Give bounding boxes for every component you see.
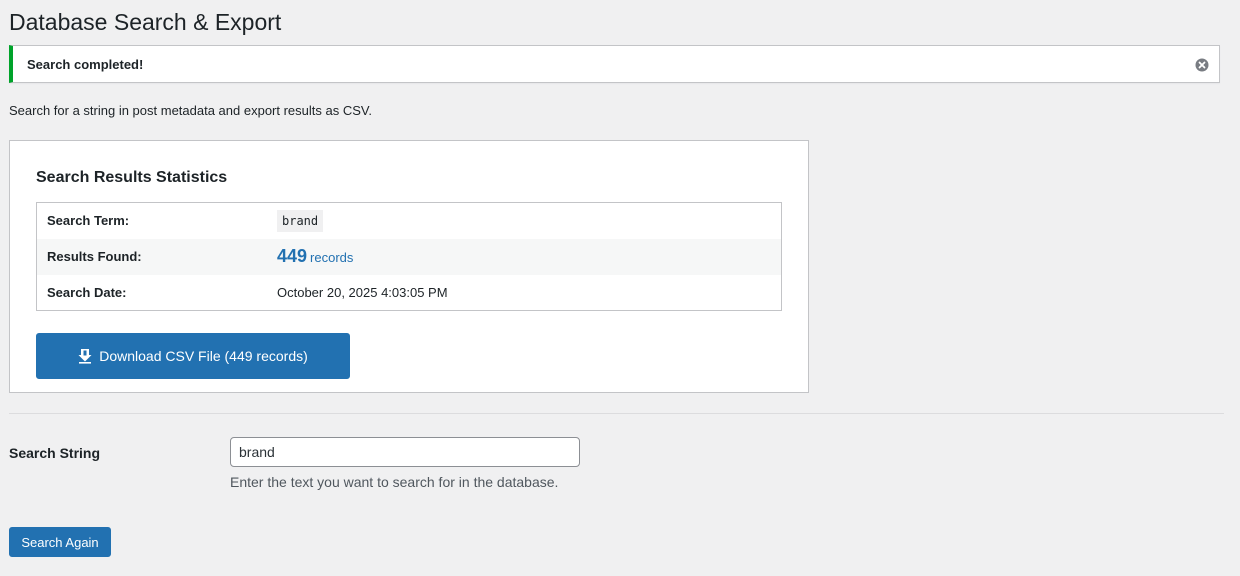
- success-notice: Search completed!: [9, 45, 1220, 83]
- results-count: 449: [277, 246, 308, 266]
- table-row: Search Term: brand: [37, 203, 782, 239]
- dismiss-circle-icon[interactable]: [1195, 58, 1209, 72]
- page-description: Search for a string in post metadata and…: [9, 103, 372, 118]
- download-csv-button[interactable]: Download CSV File (449 records): [36, 333, 350, 379]
- stat-label: Search Date:: [47, 284, 127, 300]
- stats-title: Search Results Statistics: [36, 169, 228, 186]
- results-unit: records: [310, 250, 354, 265]
- stats-card: Search Results Statistics Search Term: b…: [9, 140, 809, 393]
- table-row: Results Found: 449 records: [36, 238, 782, 275]
- notice-message: Search completed!: [27, 57, 144, 72]
- stat-label: Search Term:: [47, 213, 130, 229]
- page-title: Database Search & Export: [9, 9, 282, 35]
- download-icon: [78, 349, 92, 364]
- search-term-value: brand: [277, 209, 324, 232]
- stat-label: Results Found:: [47, 249, 142, 264]
- search-input[interactable]: [230, 437, 580, 467]
- search-help-text: Enter the text you want to search for in…: [230, 474, 559, 490]
- section-divider: [9, 413, 1224, 414]
- download-button-label: Download CSV File (449 records): [99, 348, 308, 364]
- search-string-label: Search String: [9, 445, 101, 461]
- search-date-value: October 20, 2025 4:03:05 PM: [277, 284, 448, 300]
- table-row: Search Date: October 20, 2025 4:03:05 PM: [37, 275, 782, 311]
- stats-table: Search Term: brand Results Found: 449 rec…: [36, 202, 782, 311]
- search-again-button[interactable]: Search Again: [9, 527, 111, 557]
